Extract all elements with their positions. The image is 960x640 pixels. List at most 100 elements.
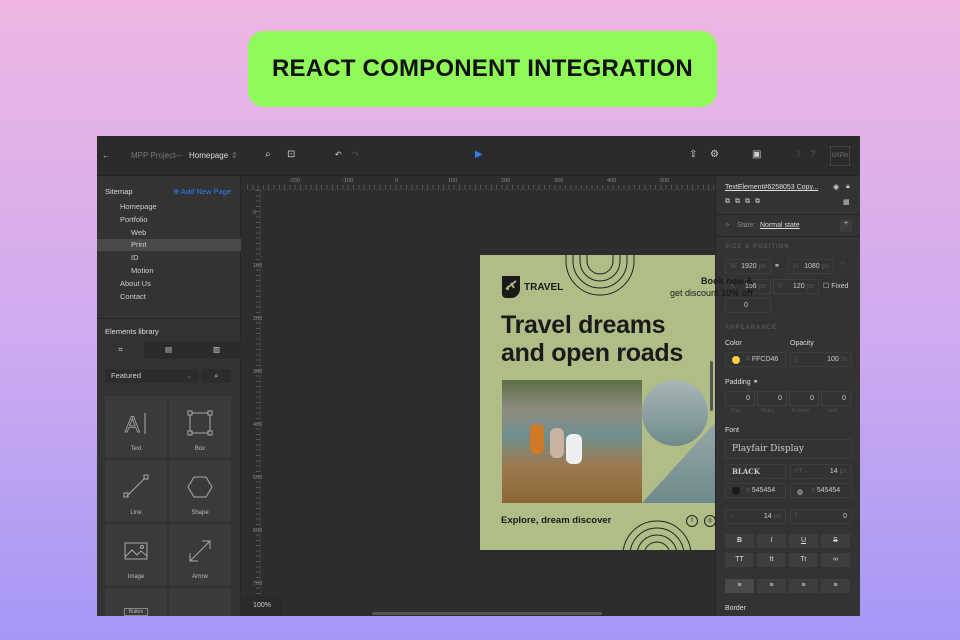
zoom-level[interactable]: 100%	[242, 596, 282, 616]
horizontal-scrollbar[interactable]	[372, 612, 602, 615]
export-icon[interactable]: ⇪	[689, 149, 697, 160]
project-name[interactable]: MPP Project	[131, 151, 175, 160]
lock-icon[interactable]: 🔒︎	[846, 183, 850, 191]
visibility-eye-icon[interactable]: ◉	[833, 183, 839, 191]
ruler-label: 0	[395, 178, 399, 184]
line-height-field[interactable]: ↕ 14 px	[725, 509, 786, 524]
font-weight-select[interactable]: BLACK	[725, 464, 786, 479]
fit-frame-icon[interactable]: ⊡	[287, 149, 295, 160]
bold-button[interactable]: B	[725, 534, 754, 548]
rotation-field[interactable]: 0	[725, 298, 771, 313]
sitemap-item-contact[interactable]: Contact	[97, 291, 241, 303]
sitemap-item-motion[interactable]: Motion	[97, 265, 241, 277]
uppercase-button[interactable]: TT	[725, 553, 754, 567]
opacity-field[interactable]: ▯ 100 %	[790, 352, 852, 367]
divider	[117, 136, 118, 176]
link-button[interactable]: ∞	[821, 553, 850, 567]
padding-bottom-field[interactable]: 0	[789, 391, 819, 406]
padding-right-field[interactable]: 0	[757, 391, 787, 406]
item-label: Image	[127, 574, 145, 580]
sitemap-item-print[interactable]: Print	[97, 239, 241, 251]
sitemap-item-id[interactable]: ID	[97, 252, 241, 264]
library-item-shape[interactable]: Shape	[169, 460, 231, 522]
library-item-text[interactable]: A Text	[105, 396, 167, 458]
letter-spacing-field[interactable]: Ī0	[790, 509, 852, 524]
fixed-checkbox[interactable]: ☐ Fixed	[823, 282, 848, 290]
sitemap-item-homepage[interactable]: Homepage	[97, 201, 241, 213]
align-left-button[interactable]: ≡	[725, 579, 754, 593]
height-field[interactable]: H 1080 px	[788, 259, 834, 274]
capitalize-button[interactable]: Tr	[789, 553, 818, 567]
underline-button[interactable]: U	[789, 534, 818, 548]
align-center-button[interactable]: ≡	[757, 579, 786, 593]
search-icon[interactable]: ⌕	[265, 149, 271, 160]
library-search-button[interactable]: ⌕	[202, 369, 231, 383]
library-item-box[interactable]: Box	[169, 396, 231, 458]
italic-button[interactable]: I	[757, 534, 786, 548]
page-selector[interactable]: Homepage	[189, 151, 228, 160]
settings-sliders-icon[interactable]: ⚙	[710, 149, 719, 160]
button-preview: Button	[124, 608, 148, 616]
chevron-updown-icon[interactable]: ⇕	[231, 151, 238, 160]
dark-mode-icon[interactable]: ☽	[792, 149, 801, 160]
lowercase-button[interactable]: tt	[757, 553, 786, 567]
undo-icon[interactable]: ↶	[335, 150, 342, 159]
y-field[interactable]: Y 120 px	[773, 279, 819, 294]
tab-assets-icon[interactable]: ▨	[193, 341, 240, 359]
canvas[interactable]: -200 -100 0 100 200 300 400 500 0 100 20…	[242, 176, 775, 616]
help-icon[interactable]: ?	[810, 149, 816, 160]
library-item-button[interactable]: Button	[105, 588, 167, 616]
redo-icon[interactable]: ↷	[352, 150, 359, 159]
state-select[interactable]: Normal state	[760, 222, 800, 229]
back-icon[interactable]: ←	[102, 151, 110, 160]
arrange-icons[interactable]: ⧉⧉⧉⧉	[725, 198, 765, 206]
vertical-scrollbar[interactable]	[710, 361, 713, 411]
library-filter-select[interactable]: Featured ⌄	[105, 369, 198, 383]
properties-panel: TextElement#6258053 Copy... ◉ 🔒︎ ⧉⧉⧉⧉ ▦ …	[715, 176, 860, 616]
text-color-swatch[interactable]	[732, 487, 740, 495]
preview-play-icon[interactable]: ▶	[475, 149, 483, 160]
color-field[interactable]: # FFCD46	[725, 352, 786, 367]
text-color-field[interactable]: # 545454	[725, 483, 786, 498]
library-item-more[interactable]	[169, 588, 231, 616]
justify-button[interactable]: ≡	[821, 579, 850, 593]
image-icon	[124, 542, 148, 560]
ruler-left: 0 100 200 300 400 500 600 700	[247, 190, 263, 616]
align-right-button[interactable]: ≡	[789, 579, 818, 593]
add-new-page-button[interactable]: ⊕ Add New Page	[173, 187, 231, 196]
padding-top-field[interactable]: 0	[725, 391, 755, 406]
comments-icon[interactable]: ▣	[752, 149, 761, 160]
library-item-line[interactable]: Line	[105, 460, 167, 522]
ruler-label: 100	[448, 178, 458, 184]
item-label: Shape	[191, 510, 209, 516]
promo-line-1: Book now &	[701, 276, 753, 286]
padding-left-field[interactable]: 0	[821, 391, 851, 406]
element-name[interactable]: TextElement#6258053 Copy...	[725, 184, 818, 191]
state-icon: ⟡	[725, 222, 730, 229]
library-item-image[interactable]: Image	[105, 524, 167, 586]
pattern-swatch-icon[interactable]: ◍	[797, 486, 803, 499]
tab-components-icon[interactable]: ▤	[145, 341, 192, 359]
strikethrough-button[interactable]: S	[821, 534, 850, 548]
sitemap-item-portfolio[interactable]: Portfolio	[97, 214, 241, 226]
chevron-down-icon: ⌄	[185, 371, 192, 380]
uxpin-logo[interactable]: UXPin	[830, 146, 850, 166]
ruler-label: 600	[253, 528, 263, 534]
font-family-select[interactable]: Playfair Display	[725, 439, 852, 459]
promo-discount: 10% off	[720, 288, 753, 298]
library-item-arrow[interactable]: Arrow	[169, 524, 231, 586]
photo-person	[566, 434, 582, 464]
font-size-field[interactable]: тT 14 px	[790, 464, 852, 479]
origin-grid-icon[interactable]: ⁘	[840, 260, 846, 268]
add-state-button[interactable]: +	[840, 220, 852, 232]
width-field[interactable]: W 1920 px	[725, 259, 771, 274]
sitemap-item-about-us[interactable]: About Us	[97, 278, 241, 290]
sitemap-item-web[interactable]: Web	[97, 227, 241, 239]
link-dimensions-icon[interactable]: ⚭	[774, 262, 780, 270]
arrow-icon	[189, 540, 211, 562]
tab-elements-icon[interactable]: ⌗	[97, 341, 144, 359]
layout-icon[interactable]: ▦	[843, 198, 850, 206]
ruler-label: 300	[253, 369, 263, 375]
highlight-color-field[interactable]: ◍ # 545454	[790, 483, 852, 498]
color-swatch[interactable]	[732, 356, 740, 364]
